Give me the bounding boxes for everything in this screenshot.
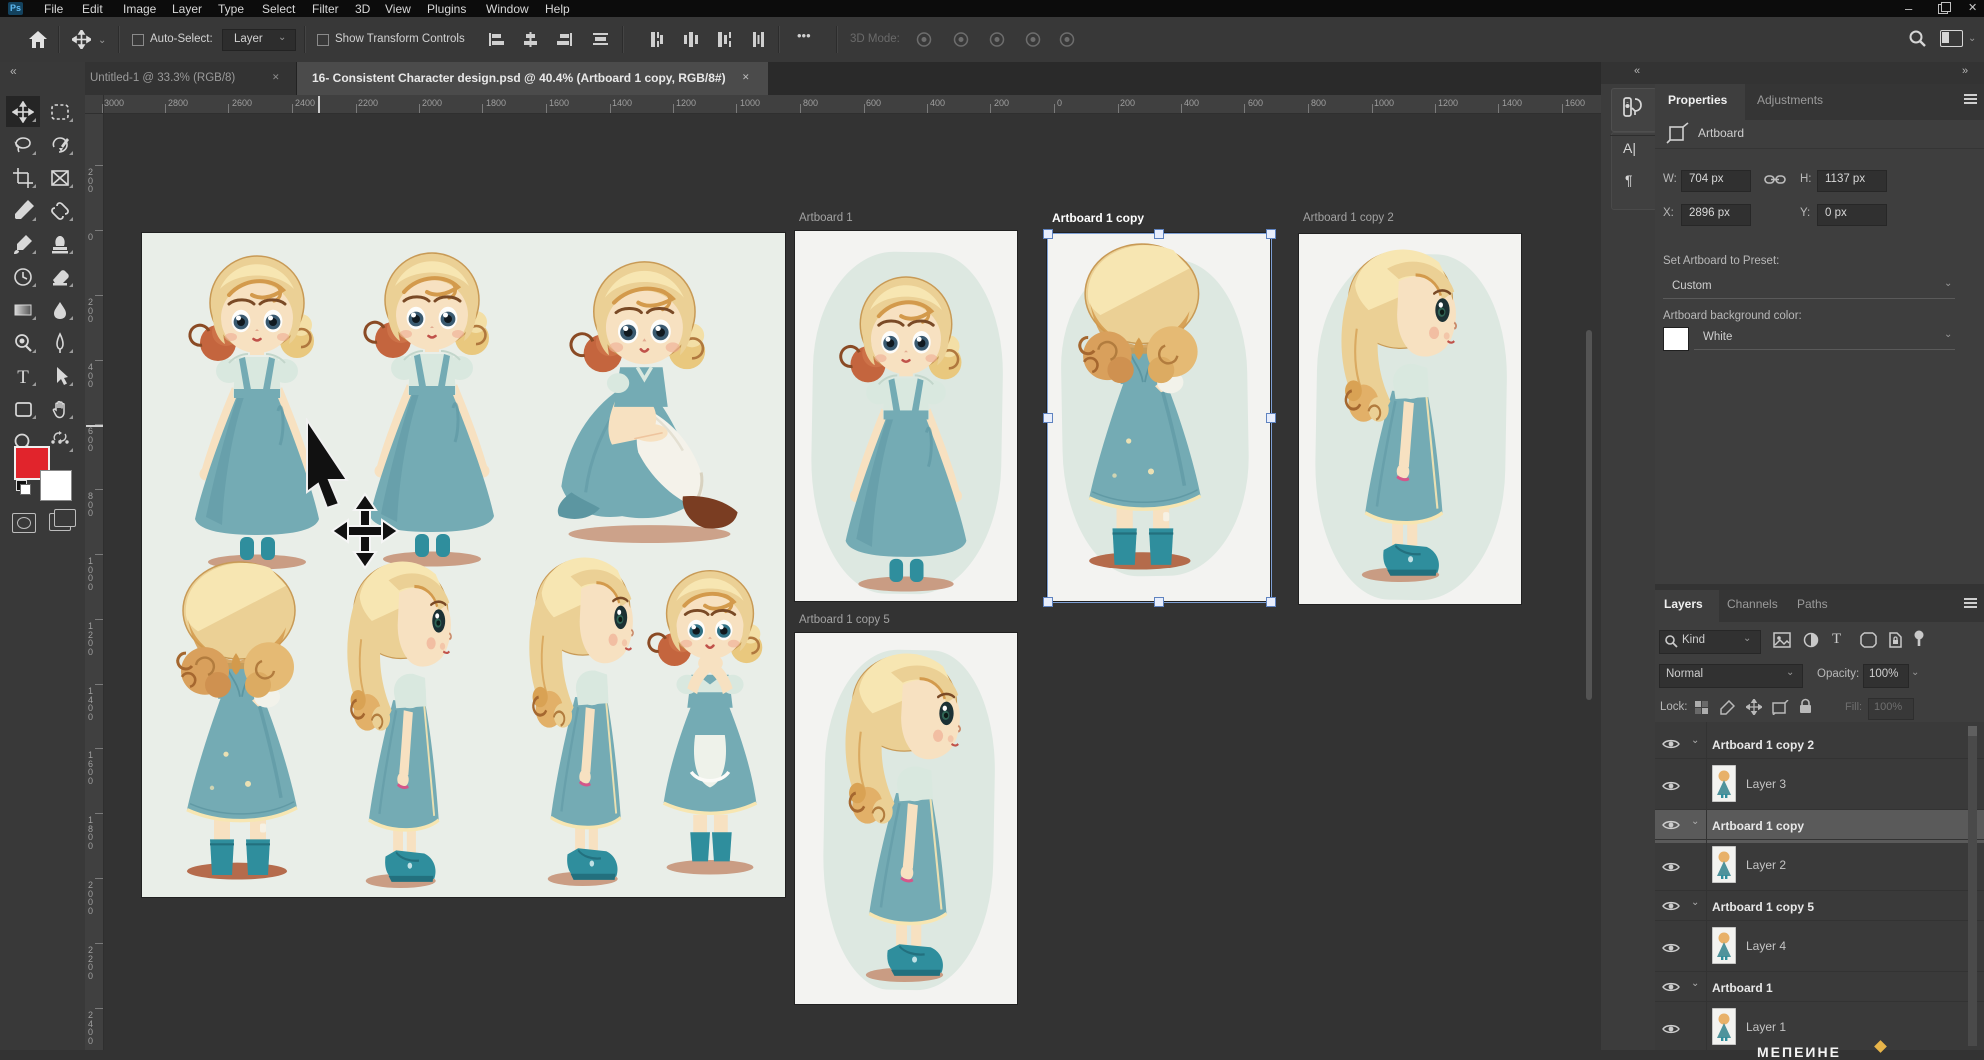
svg-text:T: T	[17, 367, 29, 387]
